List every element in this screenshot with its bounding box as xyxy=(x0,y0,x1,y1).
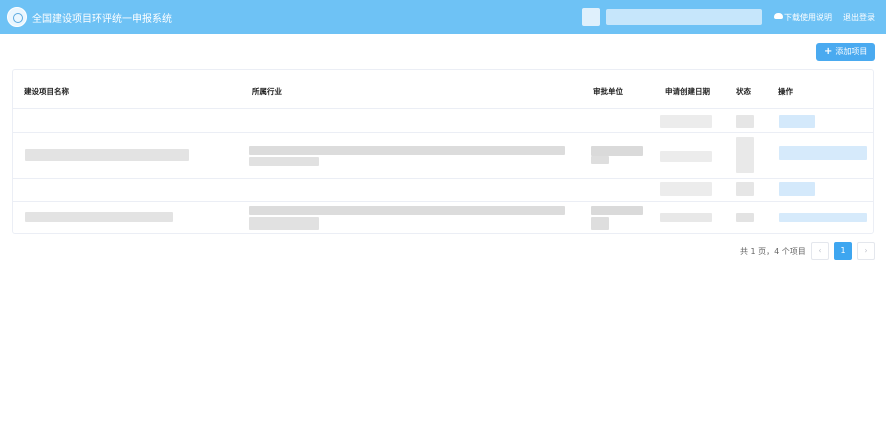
download-manual-link[interactable]: 下载使用说明 xyxy=(784,12,832,23)
status-redacted xyxy=(736,115,754,128)
approval-unit-redacted xyxy=(591,146,643,156)
project-table: 建设项目名称 所属行业 审批单位 申请创建日期 状态 操作 xyxy=(12,69,874,234)
cloud-download-icon xyxy=(774,13,783,19)
pagination-prev-button[interactable]: ‹ xyxy=(811,242,829,260)
add-project-button[interactable]: + 添加项目 xyxy=(816,43,875,61)
logout-link[interactable]: 退出登录 xyxy=(843,12,875,23)
action-link-redacted[interactable] xyxy=(779,213,867,222)
pagination-next-button[interactable]: › xyxy=(857,242,875,260)
col-header-industry: 所属行业 xyxy=(252,87,282,96)
col-header-status: 状态 xyxy=(736,87,751,96)
row-divider xyxy=(13,178,873,179)
col-header-approval-unit: 审批单位 xyxy=(593,87,623,96)
approval-unit-redacted xyxy=(591,206,643,215)
add-project-label: 添加项目 xyxy=(835,47,868,56)
top-header: 全国建设项目环评统一申报系统 下载使用说明 退出登录 xyxy=(0,0,886,34)
project-name-redacted xyxy=(25,212,173,222)
status-redacted xyxy=(736,213,754,222)
pagination-page-1[interactable]: 1 xyxy=(834,242,852,260)
project-name-redacted xyxy=(25,149,189,161)
pagination-info: 共 1 页，4 个项目 xyxy=(740,247,806,256)
col-header-name: 建设项目名称 xyxy=(24,87,69,96)
status-redacted xyxy=(736,137,754,173)
user-avatar xyxy=(582,8,600,26)
industry-redacted xyxy=(249,146,565,155)
created-date-redacted xyxy=(660,182,712,196)
action-link-redacted[interactable] xyxy=(779,182,815,196)
created-date-redacted xyxy=(660,213,712,222)
created-date-redacted xyxy=(660,115,712,128)
col-header-created-date: 申请创建日期 xyxy=(665,87,710,96)
row-divider xyxy=(13,201,873,202)
approval-unit-redacted xyxy=(591,156,609,164)
emblem-logo xyxy=(7,7,27,27)
col-header-actions: 操作 xyxy=(778,87,793,96)
industry-redacted xyxy=(249,157,319,166)
action-link-redacted[interactable] xyxy=(779,146,867,160)
row-divider xyxy=(13,132,873,133)
approval-unit-redacted xyxy=(591,217,609,230)
header-divider xyxy=(13,108,873,109)
system-title: 全国建设项目环评统一申报系统 xyxy=(32,14,172,25)
industry-redacted xyxy=(249,217,319,230)
plus-icon: + xyxy=(824,46,833,57)
industry-redacted xyxy=(249,206,565,215)
created-date-redacted xyxy=(660,151,712,162)
user-name-redacted xyxy=(606,9,762,25)
status-redacted xyxy=(736,182,754,196)
action-link-redacted[interactable] xyxy=(779,115,815,128)
